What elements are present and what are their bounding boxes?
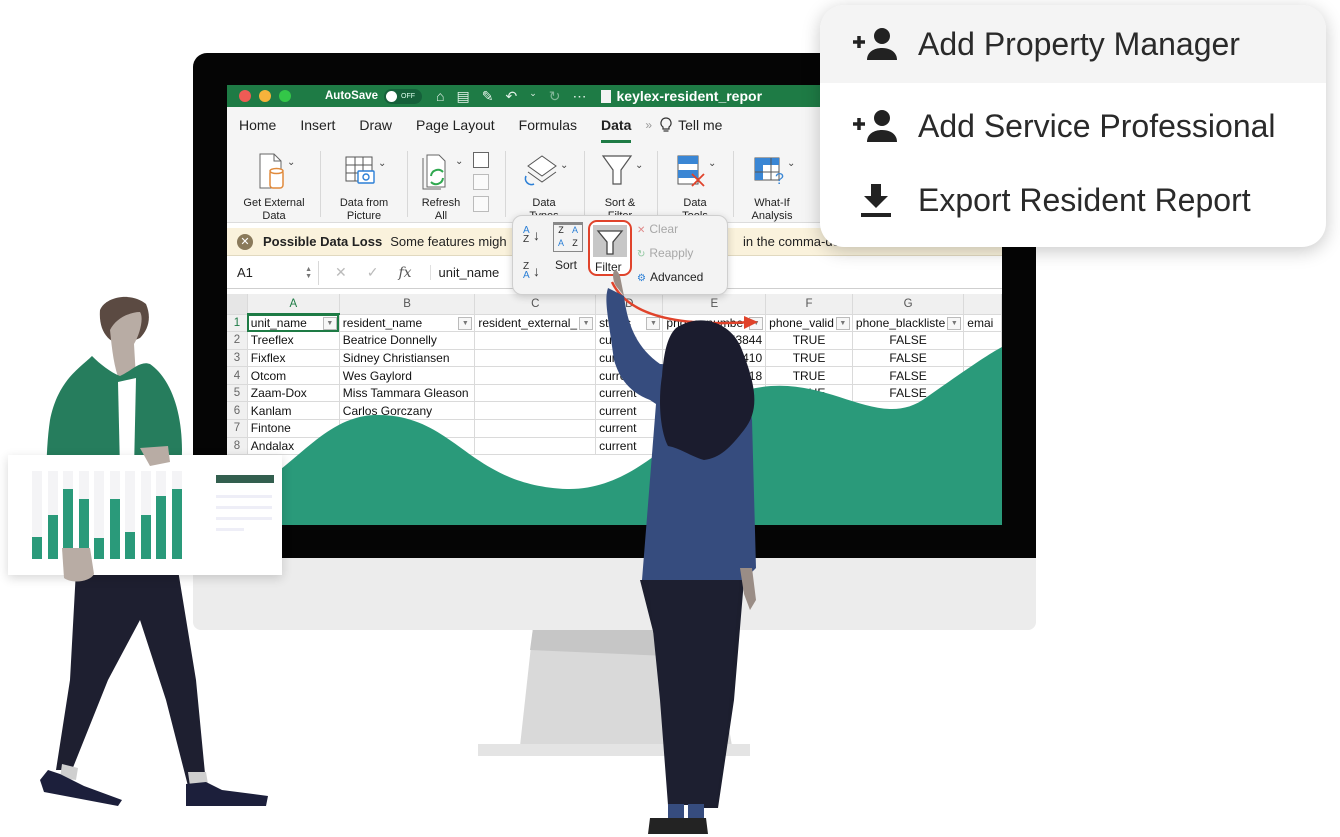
filter-funnel-icon: [596, 230, 624, 255]
chart-card-bar-fill: [125, 531, 135, 559]
reapply-filter-button[interactable]: ↻ Reapply: [637, 246, 693, 260]
filter-label: Filter: [595, 260, 622, 274]
clear-label: Clear: [649, 222, 679, 236]
filter-button[interactable]: Filter: [588, 220, 632, 276]
clear-filter-button[interactable]: ✕ Clear: [637, 222, 678, 236]
advanced-label: Advanced: [649, 270, 704, 284]
menu-item-label: Add Property Manager: [918, 25, 1240, 62]
actions-menu: Add Property Manager Add Service Profess…: [820, 5, 1326, 247]
menu-item-label: Add Service Professional: [918, 107, 1276, 144]
sort-label: Sort: [555, 258, 578, 272]
add-person-icon: [853, 110, 897, 142]
add-service-professional-menu-item[interactable]: Add Service Professional: [820, 87, 1326, 165]
reapply-label: Reapply: [649, 246, 694, 260]
chart-card-bar-fill: [78, 499, 89, 559]
custom-sort-button[interactable]: ZAAZ: [553, 222, 583, 252]
chart-card-bar: [78, 471, 89, 559]
sort-z-to-a-button[interactable]: ZA: [523, 261, 530, 281]
add-person-icon: [853, 28, 897, 60]
sort-filter-popup: AZ ↓ ZA ↓ ZAAZ Sort Filter ✕ Clear ↻ Reapp…: [512, 215, 728, 295]
chart-card-bar: [171, 471, 182, 559]
chart-card-bar: [109, 471, 120, 559]
chart-card-bar-fill: [109, 499, 120, 559]
monitor-stand-base: [478, 744, 750, 756]
chart-card-bar: [32, 471, 42, 559]
reapply-icon: ↻: [637, 249, 646, 260]
sort-ascending-arrow-icon: ↓: [533, 227, 540, 243]
chart-card-bar-fill: [32, 537, 42, 559]
sort-a-to-z-button[interactable]: AZ: [523, 225, 530, 245]
illustration-chart-card: [8, 455, 282, 575]
chart-card-bar: [47, 471, 58, 559]
advanced-filter-icon: ⚙: [637, 273, 646, 284]
chart-card-bar-fill: [94, 537, 104, 559]
chart-card-bar: [156, 471, 166, 559]
chart-card-bar-fill: [47, 515, 58, 559]
chart-card-bar-fill: [156, 495, 166, 559]
chart-card-bar-fill: [140, 515, 151, 559]
chart-card-bar-fill: [171, 489, 182, 559]
menu-item-label: Export Resident Report: [918, 181, 1251, 218]
chart-card-bar-fill: [63, 488, 73, 559]
chart-card-bar: [94, 471, 104, 559]
monitor-stand: [520, 628, 732, 746]
chart-card-line: [216, 517, 272, 520]
sort-icon: ZAAZ: [553, 222, 583, 252]
chart-card-line: [216, 528, 244, 531]
chart-card-line: [216, 506, 272, 509]
sort-z-a-icon: ZA: [523, 261, 530, 281]
download-icon: [861, 184, 891, 217]
chart-card-bar: [125, 471, 135, 559]
sort-a-z-icon: AZ: [523, 225, 530, 245]
chart-card-bar: [63, 471, 73, 559]
export-resident-report-menu-item[interactable]: Export Resident Report: [820, 161, 1326, 239]
chart-card-line: [216, 495, 272, 498]
chart-card-title-bar: [216, 475, 274, 483]
add-property-manager-menu-item[interactable]: Add Property Manager: [820, 5, 1326, 83]
clear-filter-icon: ✕: [637, 225, 646, 236]
chart-card-bar: [140, 471, 151, 559]
sort-descending-arrow-icon: ↓: [533, 263, 540, 279]
advanced-filter-button[interactable]: ⚙ Advanced: [637, 270, 703, 284]
